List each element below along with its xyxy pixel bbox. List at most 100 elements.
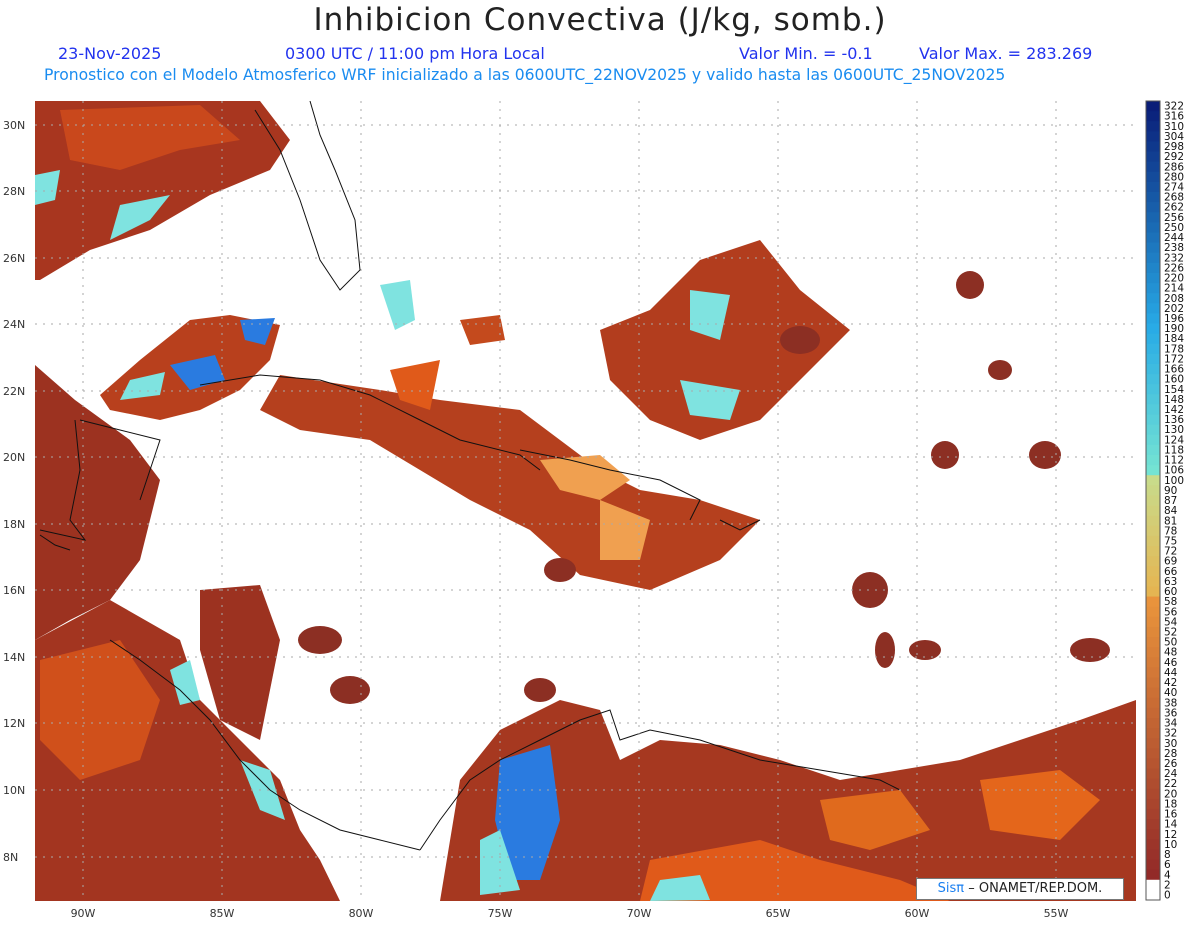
colorbar-swatch (1146, 859, 1160, 871)
colorbar-swatch (1146, 849, 1160, 861)
colorbar-swatch (1146, 252, 1160, 264)
colorbar-swatch (1146, 161, 1160, 173)
colorbar-swatch (1146, 323, 1160, 335)
colorbar-swatch (1146, 738, 1160, 749)
colorbar-swatch (1146, 454, 1160, 466)
colorbar-swatch (1146, 808, 1160, 820)
y-tick-label: 30N (3, 119, 25, 132)
colorbar-swatch (1146, 495, 1160, 507)
colorbar-swatch (1146, 444, 1160, 456)
colorbar-swatch (1146, 586, 1160, 598)
colorbar-swatch (1146, 768, 1160, 780)
colorbar-swatch (1146, 606, 1160, 618)
colorbar-label: 0 (1164, 889, 1171, 901)
colorbar-swatch (1146, 363, 1160, 375)
colorbar-swatch (1146, 596, 1160, 608)
colorbar-swatch (1146, 242, 1160, 254)
colorbar-swatch (1146, 546, 1160, 557)
colorbar-swatch (1146, 798, 1160, 810)
colorbar-swatch (1146, 374, 1160, 385)
colorbar-swatch (1146, 353, 1160, 365)
x-tick-label: 90W (71, 907, 96, 920)
x-axis-labels: 90W 85W 80W 75W 70W 65W 60W 55W (71, 907, 1069, 920)
x-tick-label: 85W (210, 907, 235, 920)
colorbar-swatch (1146, 869, 1160, 881)
colorbar-swatch (1146, 101, 1160, 112)
colorbar-swatch (1146, 637, 1160, 648)
colorbar-swatch (1146, 616, 1160, 628)
colorbar-swatch (1146, 384, 1160, 395)
colorbar-swatch (1146, 171, 1160, 183)
colorbar-swatch (1146, 404, 1160, 416)
y-tick-label: 24N (3, 318, 25, 331)
colorbar-swatch (1146, 202, 1160, 213)
cin-field (35, 101, 1136, 901)
y-tick-label: 18N (3, 518, 25, 531)
colorbar-swatch (1146, 707, 1160, 719)
colorbar-swatch (1146, 414, 1160, 426)
colorbar-swatch (1146, 697, 1160, 709)
colorbar-swatch (1146, 525, 1160, 537)
colorbar-swatch (1146, 626, 1160, 638)
x-tick-label: 65W (766, 907, 791, 920)
x-tick-label: 75W (488, 907, 513, 920)
x-tick-label: 55W (1044, 907, 1069, 920)
colorbar-swatch (1146, 647, 1160, 658)
y-tick-label: 22N (3, 385, 25, 398)
x-tick-label: 80W (349, 907, 374, 920)
colorbar-swatch (1146, 283, 1160, 294)
colorbar-swatch (1146, 222, 1160, 233)
colorbar-swatch (1146, 121, 1160, 132)
colorbar-swatch (1146, 272, 1160, 284)
colorbar-swatch (1146, 394, 1160, 405)
x-tick-label: 60W (905, 907, 930, 920)
colorbar-swatch (1146, 657, 1160, 668)
x-tick-label: 70W (627, 907, 652, 920)
colorbar-swatch (1146, 313, 1160, 325)
colorbar-swatch (1146, 293, 1160, 304)
colorbar-swatch (1146, 515, 1160, 527)
y-tick-label: 16N (3, 584, 25, 597)
y-tick-label: 12N (3, 717, 25, 730)
credit-org: – ONAMET/REP.DOM. (968, 881, 1103, 896)
credit-sis: Sisπ (937, 881, 965, 896)
colorbar-swatch (1146, 212, 1160, 223)
colorbar-swatch (1146, 424, 1160, 436)
colorbar-swatch (1146, 485, 1160, 496)
colorbar: 3223163103042982922862802742682622562502… (1145, 100, 1184, 901)
colorbar-swatch (1146, 434, 1160, 446)
y-tick-label: 20N (3, 451, 25, 464)
colorbar-swatch (1146, 262, 1160, 274)
y-tick-label: 8N (3, 851, 18, 864)
colorbar-swatch (1146, 819, 1160, 830)
colorbar-swatch (1146, 687, 1160, 699)
colorbar-swatch (1146, 778, 1160, 790)
colorbar-swatch (1146, 748, 1160, 759)
colorbar-swatch (1146, 151, 1160, 163)
credit-box: Sisπ – ONAMET/REP.DOM. (916, 878, 1124, 900)
colorbar-swatch (1146, 677, 1160, 689)
colorbar-swatch (1146, 566, 1160, 577)
colorbar-swatch (1146, 141, 1160, 153)
colorbar-swatch (1146, 535, 1160, 547)
y-tick-label: 14N (3, 651, 25, 664)
y-tick-label: 28N (3, 185, 25, 198)
colorbar-swatch (1146, 728, 1160, 739)
colorbar-swatch (1146, 343, 1160, 355)
y-tick-label: 10N (3, 784, 25, 797)
colorbar-swatch (1146, 829, 1160, 840)
colorbar-swatch (1146, 232, 1160, 244)
colorbar-swatch (1146, 111, 1160, 122)
colorbar-swatch (1146, 303, 1160, 314)
colorbar-swatch (1146, 839, 1160, 850)
colorbar-swatch (1146, 333, 1160, 345)
map-canvas: 30N 28N 26N 24N 22N 20N 18N 16N 14N 12N … (3, 100, 1184, 920)
colorbar-swatch (1146, 475, 1160, 486)
colorbar-swatch (1146, 576, 1160, 587)
colorbar-swatch (1146, 758, 1160, 770)
colorbar-swatch (1146, 192, 1160, 203)
colorbar-swatch (1146, 717, 1160, 729)
colorbar-swatch (1146, 131, 1160, 142)
colorbar-swatch (1146, 667, 1160, 678)
y-tick-label: 26N (3, 252, 25, 265)
